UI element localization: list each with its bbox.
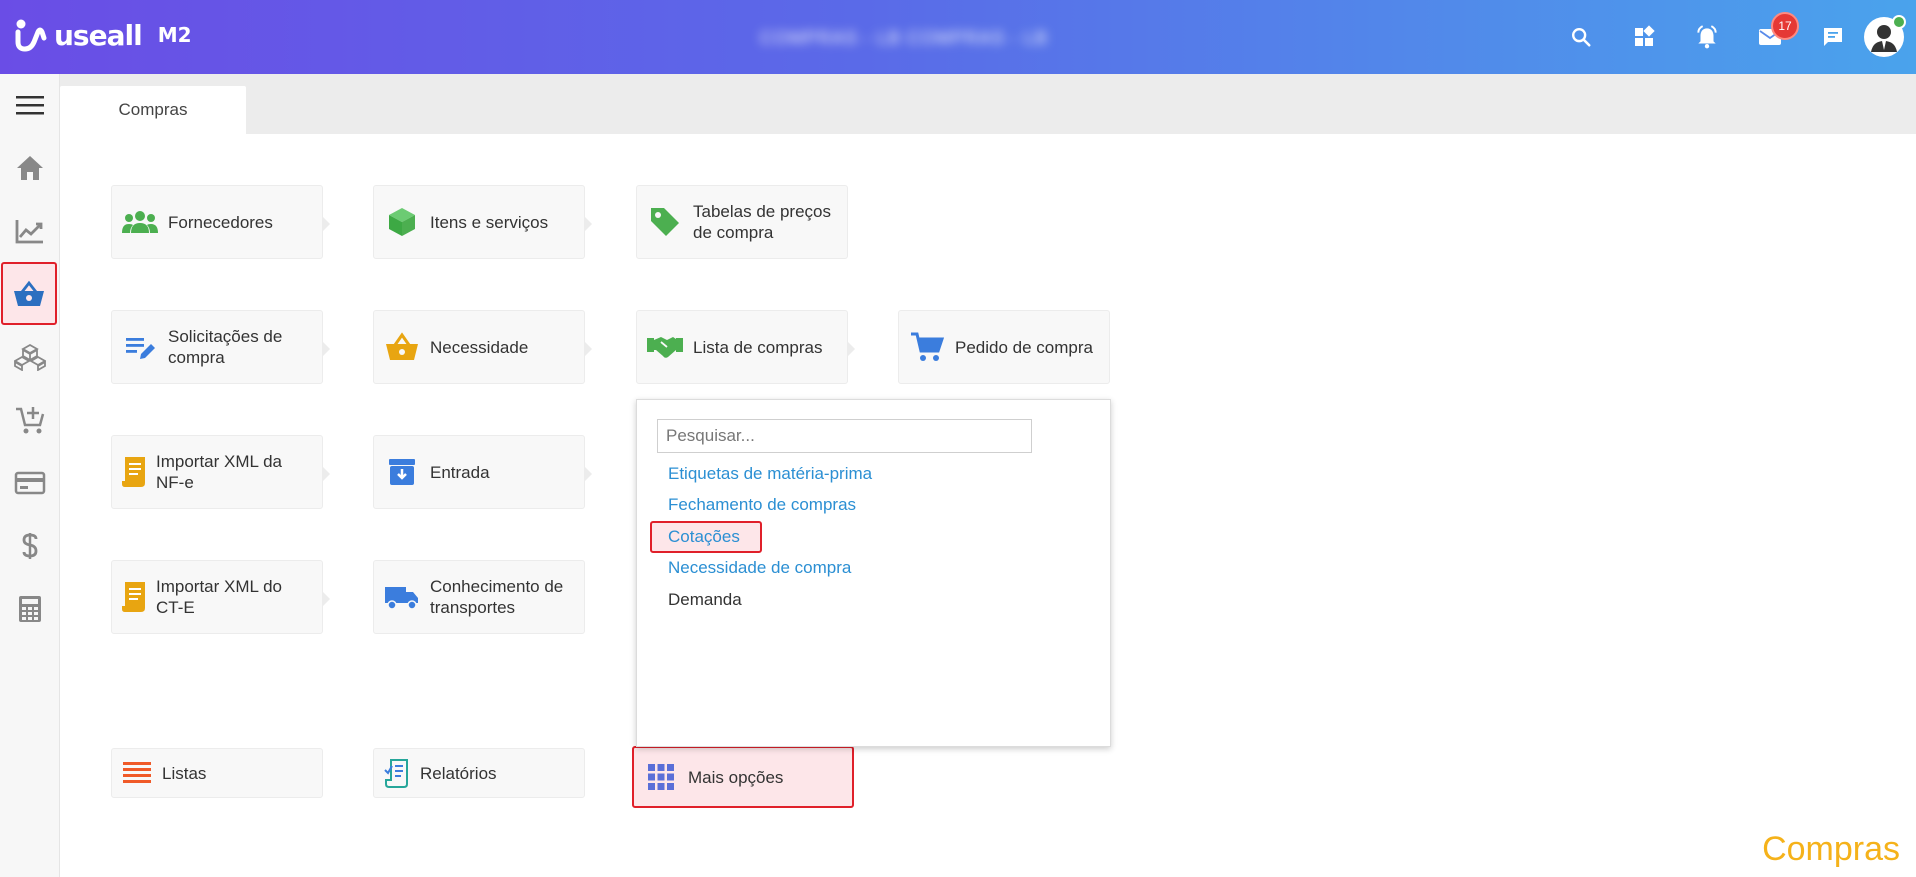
add-to-cart-icon (16, 406, 45, 433)
chat-icon (1823, 28, 1842, 46)
edit-list-icon (126, 338, 155, 359)
online-status-icon (1892, 15, 1906, 29)
basket-icon (386, 332, 418, 360)
module-watermark: Compras (1762, 830, 1900, 868)
tile-label: Solicitações de compra (168, 327, 283, 367)
sidebar-item-calculadora[interactable] (0, 577, 60, 640)
tile-solicitacoes[interactable]: Solicitações de compra (111, 310, 330, 384)
receipt-icon (122, 457, 145, 487)
sidebar-item-compras[interactable] (1, 262, 57, 325)
tile-itens-servicos[interactable]: Itens e serviços (373, 185, 592, 259)
search-icon (1571, 28, 1591, 47)
cube-icon (389, 208, 415, 236)
tab-compras[interactable]: Compras (60, 86, 246, 134)
credit-card-icon (14, 471, 46, 494)
group-users-icon (122, 211, 158, 233)
sidebar-item-fiscal[interactable] (0, 514, 60, 577)
user-avatar[interactable] (1864, 15, 1906, 57)
receipt-icon (122, 582, 145, 612)
dropdown-item-etiquetas[interactable]: Etiquetas de matéria-prima (668, 458, 872, 490)
price-tag-icon (651, 208, 679, 236)
tile-listas[interactable]: Listas (111, 748, 323, 798)
chat-button[interactable] (1801, 0, 1864, 74)
tile-pedido-compra[interactable]: Pedido de compra (898, 310, 1110, 384)
logo[interactable]: useall M2 (14, 18, 192, 52)
dropdown-search-input[interactable] (657, 419, 1032, 453)
dropdown-item-cotacoes[interactable]: Cotações (650, 521, 762, 553)
tile-label: Importar XML do CT-E (156, 577, 282, 617)
dropdown-list: Etiquetas de matéria-prima Fechamento de… (650, 458, 872, 616)
archive-download-icon (389, 459, 415, 485)
sidebar-item-home[interactable] (0, 136, 60, 199)
boxes-icon (14, 343, 46, 371)
tile-label: Pedido de compra (955, 337, 1093, 357)
tile-tabelas-precos[interactable]: Tabelas de preços de compra (636, 185, 848, 259)
tile-label: Tabelas de preços de compra (693, 202, 831, 242)
tile-label: Necessidade (430, 337, 529, 357)
widgets-icon (1634, 25, 1655, 46)
tile-importar-cte[interactable]: Importar XML do CT-E (111, 560, 330, 634)
grid-apps-icon (648, 764, 674, 790)
shopping-cart-icon (911, 332, 944, 361)
company-name: COMPRAS - LB COMPRAS - LB (760, 28, 1049, 48)
handshake-icon (647, 337, 683, 358)
sidebar-item-dashboard[interactable] (0, 199, 60, 262)
tile-fornecedores[interactable]: Fornecedores (111, 185, 330, 259)
mail-count-badge: 17 (1771, 12, 1799, 40)
list-lines-icon (123, 762, 151, 783)
tile-relatorios[interactable]: Relatórios (373, 748, 585, 798)
sidebar-menu-toggle[interactable] (0, 74, 60, 136)
tile-importar-nfe[interactable]: Importar XML da NF-e (111, 435, 330, 509)
tile-entrada[interactable]: Entrada (373, 435, 592, 509)
more-options-dropdown: Etiquetas de matéria-prima Fechamento de… (636, 399, 1111, 747)
tile-necessidade[interactable]: Necessidade (373, 310, 592, 384)
truck-icon (385, 587, 418, 610)
tile-lista-compras[interactable]: Lista de compras (636, 310, 855, 384)
sidebar-item-financeiro[interactable] (0, 451, 60, 514)
tile-label: Fornecedores (168, 212, 273, 232)
tile-label: Itens e serviços (430, 212, 549, 232)
alarm-bell-icon (1696, 25, 1717, 49)
search-button[interactable] (1549, 0, 1612, 74)
tile-label: Relatórios (420, 763, 497, 783)
version-label: M2 (157, 23, 192, 47)
trending-chart-icon (15, 219, 43, 243)
dropdown-item-demanda[interactable]: Demanda (668, 584, 872, 616)
alarm-button[interactable] (1675, 0, 1738, 74)
top-bar: useall M2 COMPRAS - LB COMPRAS - LB 17 (0, 0, 1916, 74)
sidebar-item-estoque[interactable] (0, 325, 60, 388)
tile-label: Entrada (430, 462, 490, 482)
widgets-button[interactable] (1612, 0, 1675, 74)
tile-label: Conhecimento de transportes (430, 577, 564, 617)
home-icon (17, 155, 43, 180)
more-options-button[interactable]: Mais opções (632, 746, 854, 808)
tile-label: Importar XML da NF-e (156, 452, 282, 492)
report-icon (384, 759, 408, 788)
useall-logo-icon (14, 18, 48, 52)
tab-strip: Compras (60, 74, 1916, 134)
dropdown-item-fechamento[interactable]: Fechamento de compras (668, 490, 872, 522)
sidebar (0, 74, 60, 877)
tile-conhecimento[interactable]: Conhecimento de transportes (373, 560, 585, 634)
dropdown-item-necessidade-compra[interactable]: Necessidade de compra (668, 553, 872, 585)
tile-label: Mais opções (688, 767, 784, 787)
tile-label: Listas (162, 763, 207, 783)
sidebar-item-vendas[interactable] (0, 388, 60, 451)
brand-name: useall (54, 18, 143, 52)
calculator-icon (19, 595, 41, 622)
mail-button[interactable]: 17 (1738, 0, 1801, 74)
basket-icon (14, 280, 44, 306)
hamburger-icon (16, 96, 44, 115)
tile-label: Lista de compras (693, 337, 823, 357)
dollar-icon (22, 532, 38, 559)
